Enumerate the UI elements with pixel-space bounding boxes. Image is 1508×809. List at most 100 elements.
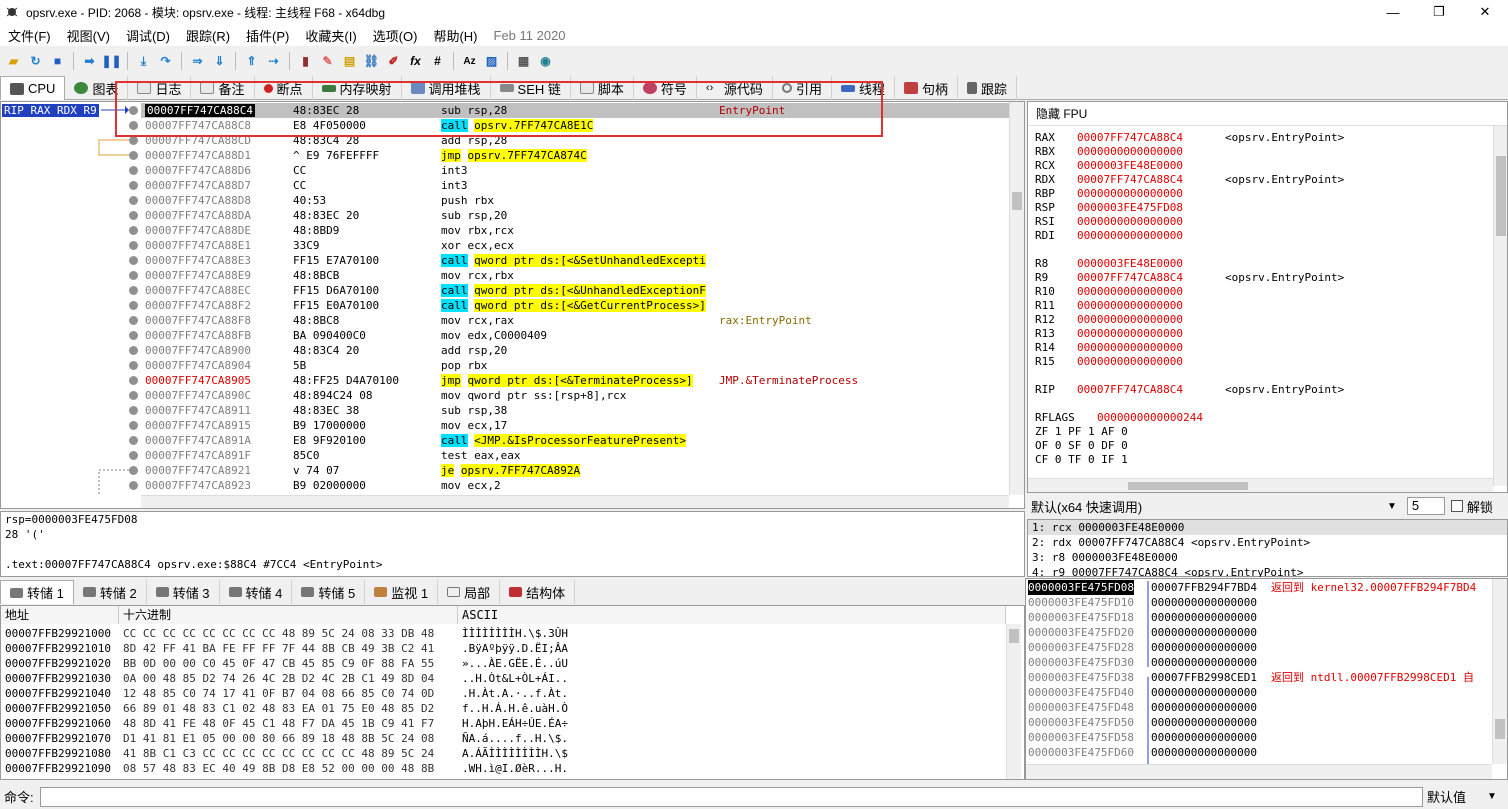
tab-cpu[interactable]: CPU <box>0 76 66 100</box>
stack-row[interactable]: 0000003FE475FD40 0000000000000000 <box>1026 685 1496 700</box>
breakpoint-dot[interactable] <box>129 286 138 295</box>
stack-row[interactable]: 0000003FE475FD58 0000000000000000 <box>1026 730 1496 745</box>
dump-tab[interactable]: 转储 4 <box>220 580 293 604</box>
label-icon[interactable]: ▤ <box>340 52 359 71</box>
function-icon[interactable]: ✐ <box>384 52 403 71</box>
register-row[interactable]: RDI 0000000000000000 <box>1035 229 1183 243</box>
breakpoint-dot[interactable] <box>129 181 138 190</box>
maximize-button[interactable]: ❐ <box>1416 0 1462 24</box>
register-row[interactable]: R9 00007FF747CA88C4 <opsrv.EntryPoint> <box>1035 271 1344 285</box>
dump-row[interactable]: 00007FFB29921000 CC CC CC CC CC CC CC CC … <box>1 626 1001 641</box>
disasm-row[interactable]: 00007FF747CA890C 48:894C24 08 mov qword … <box>141 388 1011 403</box>
flags-row[interactable]: OF 0 SF 0 DF 0 <box>1035 439 1128 453</box>
menu-file[interactable]: 文件(F) <box>0 26 59 45</box>
dump-row[interactable]: 00007FFB29921020 BB 0D 00 00 C0 45 0F 47 … <box>1 656 1001 671</box>
breakpoint-dot[interactable] <box>129 151 138 160</box>
stack-row[interactable]: 0000003FE475FD08 00007FFB294F7BD4 返回到 kern… <box>1026 580 1496 595</box>
disassembly-view[interactable]: RIP RAX RDX R9 00007FF747CA88C4 48:83EC … <box>0 101 1025 509</box>
dump-tab[interactable]: 局部 <box>438 580 501 604</box>
stack-row[interactable]: 0000003FE475FD50 0000000000000000 <box>1026 715 1496 730</box>
dump-row[interactable]: 00007FFB29921030 0A 00 48 85 D2 74 26 4C … <box>1 671 1001 686</box>
execute-till-return-icon[interactable]: ⇑ <box>242 52 261 71</box>
regs-hscrollbar[interactable] <box>1028 478 1493 492</box>
breakpoint-dot[interactable] <box>129 256 138 265</box>
dump-tab[interactable]: 转储 1 <box>0 580 74 604</box>
fx-icon[interactable]: fx <box>406 52 425 71</box>
registers-view[interactable]: 隐藏 FPU RAX 00007FF747CA88C4 <opsrv.EntryPo… <box>1027 101 1508 493</box>
register-row[interactable]: RIP 00007FF747CA88C4 <opsrv.EntryPoint> <box>1035 383 1344 397</box>
register-row[interactable]: RAX 00007FF747CA88C4 <opsrv.EntryPoint> <box>1035 131 1344 145</box>
disasm-row[interactable]: 00007FF747CA88EC FF15 D6A70100 call qwor… <box>141 283 1011 298</box>
breakpoint-dot[interactable] <box>129 436 138 445</box>
disasm-row[interactable]: 00007FF747CA8911 48:83EC 38 sub rsp,38 <box>141 403 1011 418</box>
dump-tab[interactable]: 结构体 <box>500 580 576 604</box>
dump-header-ascii[interactable]: ASCII <box>458 606 1006 624</box>
register-row[interactable]: RDX 00007FF747CA88C4 <opsrv.EntryPoint> <box>1035 173 1344 187</box>
register-row[interactable] <box>1035 243 1077 257</box>
arg-count-spinner[interactable]: 5 <box>1406 497 1445 515</box>
dump-row[interactable]: 00007FFB29921070 D1 41 81 E1 05 00 00 80 … <box>1 731 1001 746</box>
stack-row[interactable]: 0000003FE475FD18 0000000000000000 <box>1026 610 1496 625</box>
register-row[interactable]: RSI 0000000000000000 <box>1035 215 1183 229</box>
disasm-row[interactable]: 00007FF747CA88D1 ^ E9 76FEFFFF jmp opsrv… <box>141 148 1011 163</box>
menu-help[interactable]: 帮助(H) <box>425 26 485 45</box>
register-row[interactable]: R13 0000000000000000 <box>1035 327 1183 341</box>
breakpoint-dot[interactable] <box>129 226 138 235</box>
disasm-row[interactable]: 00007FF747CA8905 48:FF25 D4A70100 jmp qw… <box>141 373 1011 388</box>
calling-convention-select[interactable]: 默认(x64 快速调用) <box>1027 497 1387 516</box>
dump-row[interactable]: 00007FFB29921010 8D 42 FF 41 BA FE FF FF … <box>1 641 1001 656</box>
pause-icon[interactable]: ❚❚ <box>101 52 121 71</box>
dump-header-hex[interactable]: 十六进制 <box>119 606 458 624</box>
command-input[interactable] <box>40 786 1423 807</box>
minimize-button[interactable]: — <box>1370 0 1416 24</box>
breakpoint-dot[interactable] <box>129 481 138 490</box>
disasm-row[interactable]: 00007FF747CA8900 48:83C4 20 add rsp,20 <box>141 343 1011 358</box>
stack-view[interactable]: 0000003FE475FD08 00007FFB294F7BD4 返回到 kern… <box>1025 578 1508 780</box>
disasm-row[interactable]: 00007FF747CA88F2 FF15 E0A70100 call qwor… <box>141 298 1011 313</box>
calculator-icon[interactable]: ▦ <box>514 52 533 71</box>
breakpoint-dot[interactable] <box>129 391 138 400</box>
comment-icon[interactable]: ✎ <box>318 52 337 71</box>
stop-icon[interactable]: ■ <box>48 52 67 71</box>
disasm-row[interactable]: 00007FF747CA8921 v 74 07 je opsrv.7FF747… <box>141 463 1011 478</box>
dump-row[interactable]: 00007FFB29921090 08 57 48 83 EC 40 49 8B … <box>1 761 1001 776</box>
dump-row[interactable]: 00007FFB29921040 12 48 85 C0 74 17 41 0F … <box>1 686 1001 701</box>
regs-scrollbar[interactable] <box>1493 126 1507 486</box>
run-to-user-code-icon[interactable]: ⇢ <box>264 52 283 71</box>
disasm-row[interactable]: 00007FF747CA88D8 40:53 push rbx <box>141 193 1011 208</box>
tab-handles[interactable]: 句柄 <box>895 76 958 100</box>
disasm-row[interactable]: 00007FF747CA88FB BA 090400C0 mov edx,C00… <box>141 328 1011 343</box>
dump-tab[interactable]: 转储 3 <box>147 580 220 604</box>
stack-row[interactable]: 0000003FE475FD38 00007FFB2998CED1 返回到 ntdl… <box>1026 670 1496 685</box>
register-row[interactable]: RBP 0000000000000000 <box>1035 187 1183 201</box>
stack-row[interactable]: 0000003FE475FD60 0000000000000000 <box>1026 745 1496 760</box>
menu-view[interactable]: 视图(V) <box>59 26 118 45</box>
disasm-row[interactable]: 00007FF747CA88E1 33C9 xor ecx,ecx <box>141 238 1011 253</box>
breakpoint-dot[interactable] <box>129 346 138 355</box>
flags-row[interactable]: CF 0 TF 0 IF 1 <box>1035 453 1128 467</box>
disasm-hscrollbar[interactable] <box>141 495 1009 508</box>
run-icon[interactable]: ➡ <box>80 52 99 71</box>
breakpoint-dot[interactable] <box>129 211 138 220</box>
disasm-row[interactable]: 00007FF747CA88D6 CC int3 <box>141 163 1011 178</box>
chevron-down-icon[interactable]: ▼ <box>1387 501 1397 512</box>
disasm-row[interactable]: 00007FF747CA88F8 48:8BC8 mov rcx,rax rax… <box>141 313 1011 328</box>
register-row[interactable] <box>1035 369 1077 383</box>
close-button[interactable]: ✕ <box>1462 0 1508 24</box>
breakpoint-dot[interactable] <box>129 241 138 250</box>
disasm-row[interactable]: 00007FF747CA88DE 48:8BD9 mov rbx,rcx <box>141 223 1011 238</box>
open-icon[interactable]: ▰ <box>4 52 23 71</box>
breakpoint-dot[interactable] <box>129 466 138 475</box>
disasm-row[interactable]: 00007FF747CA8904 5B pop rbx <box>141 358 1011 373</box>
dump-tab[interactable]: 监视 1 <box>365 580 439 604</box>
dump-tab[interactable]: 转储 2 <box>74 580 147 604</box>
register-row[interactable]: RBX 0000000000000000 <box>1035 145 1183 159</box>
globe-icon[interactable]: ◉ <box>536 52 555 71</box>
unlock-checkbox[interactable] <box>1450 500 1463 512</box>
step-into-icon[interactable]: ⤓ <box>134 52 153 71</box>
dump-row[interactable]: 00007FFB29921060 48 8D 41 FE 48 0F 45 C1 … <box>1 716 1001 731</box>
stack-row[interactable]: 0000003FE475FD20 0000000000000000 <box>1026 625 1496 640</box>
hide-fpu-button[interactable]: 隐藏 FPU <box>1028 102 1507 126</box>
patch-icon[interactable]: ▮ <box>296 52 315 71</box>
breakpoint-dot[interactable] <box>129 451 138 460</box>
